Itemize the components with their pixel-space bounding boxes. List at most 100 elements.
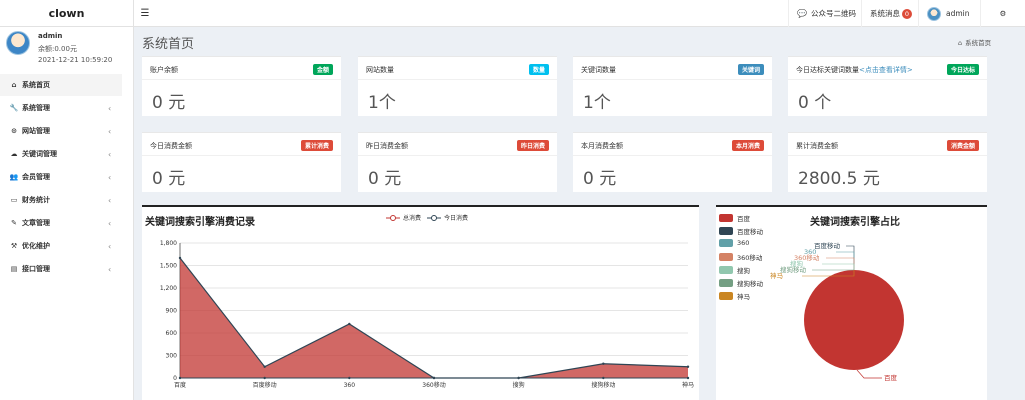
x-tick-label: 神马 [682, 381, 694, 389]
data-point-total [348, 322, 351, 326]
data-point-total [686, 365, 690, 368]
user-balance: 余额:0.00元 [38, 45, 77, 53]
settings-button[interactable]: ⚙ [980, 0, 1025, 27]
data-point-today [263, 376, 266, 380]
hamburger-icon[interactable]: ☰ [136, 0, 154, 27]
sidebar-item-label: 会员管理 [22, 173, 50, 181]
x-tick-label: 搜狗 [513, 381, 525, 389]
y-tick-label: 1,200 [160, 285, 177, 292]
sidebar-item-keywords[interactable]: ☁ 关键词管理 ‹ [0, 143, 134, 165]
sidebar-item-label: 优化维护 [22, 242, 50, 250]
user-panel: admin 余额:0.00元 2021-12-21 10:59:20 [0, 27, 134, 71]
card-badge: 关键词 [737, 64, 764, 75]
chevron-left-icon: ‹ [108, 241, 112, 251]
y-tick-label: 1,500 [160, 263, 177, 270]
card-title: 累计消费金额 [796, 142, 838, 150]
chevron-left-icon: ‹ [108, 218, 112, 228]
card-badge: 今日达标 [946, 64, 979, 75]
messages-label: 系统消息 [870, 9, 900, 18]
pie-legend-item[interactable]: 百度 [719, 213, 750, 223]
legend-total-marker[interactable] [386, 214, 400, 222]
logo[interactable]: clown [0, 0, 134, 27]
pie-chart: 百度百度移动360360移动搜狗搜狗移动神马 [770, 241, 904, 382]
chevron-left-icon: ‹ [108, 195, 112, 205]
x-tick-label: 百度 [174, 381, 186, 389]
chevron-left-icon: ‹ [108, 126, 112, 136]
card-value: 2800.5 元 [798, 169, 880, 189]
top-header: clown ☰ 💬 公众号二维码 系统消息 0 admin ⚙ [0, 0, 1025, 27]
sidebar-item-api[interactable]: ▤ 接口管理 ‹ [0, 258, 134, 280]
stat-card-total-spend: 累计消费金额 消费金额 2800.5 元 [788, 132, 987, 192]
card-title: 今日达标关键词数量<点击查看详情> [796, 65, 913, 75]
divider [142, 155, 341, 156]
sidebar-item-label: 系统管理 [22, 104, 50, 112]
area-total [180, 258, 688, 378]
divider [358, 79, 557, 80]
stat-card-month-spend: 本月消费金额 本月消费 0 元 [573, 132, 772, 192]
system-messages-link[interactable]: 系统消息 0 [861, 0, 920, 27]
stat-card-today-ranked: 今日达标关键词数量<点击查看详情> 今日达标 0 个 [788, 56, 987, 116]
pie-slice [804, 270, 904, 370]
chevron-left-icon: ‹ [108, 264, 112, 274]
label-leader [822, 263, 855, 270]
sidebar-item-sites[interactable]: ⊙ 网站管理 ‹ [0, 120, 134, 142]
user-menu[interactable]: admin [918, 0, 980, 27]
user-name: admin [38, 32, 63, 40]
data-point-today [602, 376, 605, 380]
view-details-link[interactable]: <点击查看详情> [859, 66, 913, 74]
pie-label: 搜狗移动 [780, 265, 807, 274]
data-point-total [602, 362, 605, 365]
sidebar-item-label: 文章管理 [22, 219, 50, 227]
sidebar-item-label: 接口管理 [22, 265, 50, 273]
x-tick-label: 百度移动 [253, 381, 277, 389]
chevron-left-icon: ‹ [108, 172, 112, 182]
stat-card-sites: 网站数量 数量 1个 [358, 56, 557, 116]
data-point-today [686, 376, 690, 380]
legend-total-label: 总消费 [403, 215, 422, 222]
sidebar-item-system[interactable]: 🔧 系统管理 ‹ [0, 97, 134, 119]
sidebar-item-members[interactable]: 👥 会员管理 ‹ [0, 166, 134, 188]
data-point-today [178, 376, 182, 380]
users-icon: 👥 [9, 173, 19, 181]
card-value: 1个 [583, 93, 611, 113]
home-icon: ⌂ [958, 39, 963, 47]
legend-today-marker[interactable] [427, 214, 442, 222]
gears-icon: ⚙ [999, 9, 1007, 18]
divider [788, 155, 987, 156]
card-title-text: 今日达标关键词数量 [796, 66, 859, 74]
y-tick-label: 900 [166, 308, 178, 315]
breadcrumb-label: 系统首页 [965, 39, 992, 47]
card-icon: ▭ [10, 196, 18, 204]
y-tick-label: 600 [166, 330, 178, 337]
card-title: 本月消费金额 [581, 142, 623, 150]
breadcrumb[interactable]: ⌂ 系统首页 [958, 37, 991, 47]
wrench-icon: 🔧 [9, 104, 19, 112]
edit-icon: ✎ [11, 219, 17, 227]
card-title: 账户余额 [150, 66, 178, 74]
user-datetime: 2021-12-21 10:59:20 [38, 56, 113, 64]
divider [142, 79, 341, 80]
chevron-left-icon: ‹ [108, 103, 112, 113]
card-badge: 金额 [312, 64, 333, 75]
pie-label: 百度 [884, 373, 898, 382]
area-chart-title: 关键词搜索引擎消费记录 [145, 217, 255, 228]
sidebar-item-home[interactable]: ⌂ 系统首页 [0, 74, 122, 96]
stat-card-keywords: 关键词数量 关键词 1个 [573, 56, 772, 116]
card-value: 1个 [368, 93, 396, 113]
sidebar-item-articles[interactable]: ✎ 文章管理 ‹ [0, 212, 134, 234]
wechat-qrcode-link[interactable]: 💬 公众号二维码 [788, 0, 864, 27]
x-tick-label: 360 [344, 382, 356, 389]
chevron-left-icon: ‹ [108, 149, 112, 159]
card-badge: 消费金额 [946, 140, 979, 151]
card-value: 0 元 [583, 169, 617, 189]
divider [358, 155, 557, 156]
card-title: 今日消费金额 [150, 142, 192, 150]
y-tick-label: 300 [166, 353, 178, 360]
sidebar-item-finance[interactable]: ▭ 财务统计 ‹ [0, 189, 134, 211]
legend-label: 百度 [737, 215, 750, 223]
sidebar-item-optimize[interactable]: ⚒ 优化维护 ‹ [0, 235, 134, 257]
data-point-today [517, 376, 520, 380]
data-point-total [263, 365, 266, 368]
card-badge: 数量 [528, 64, 549, 75]
card-value: 0 个 [798, 93, 832, 113]
